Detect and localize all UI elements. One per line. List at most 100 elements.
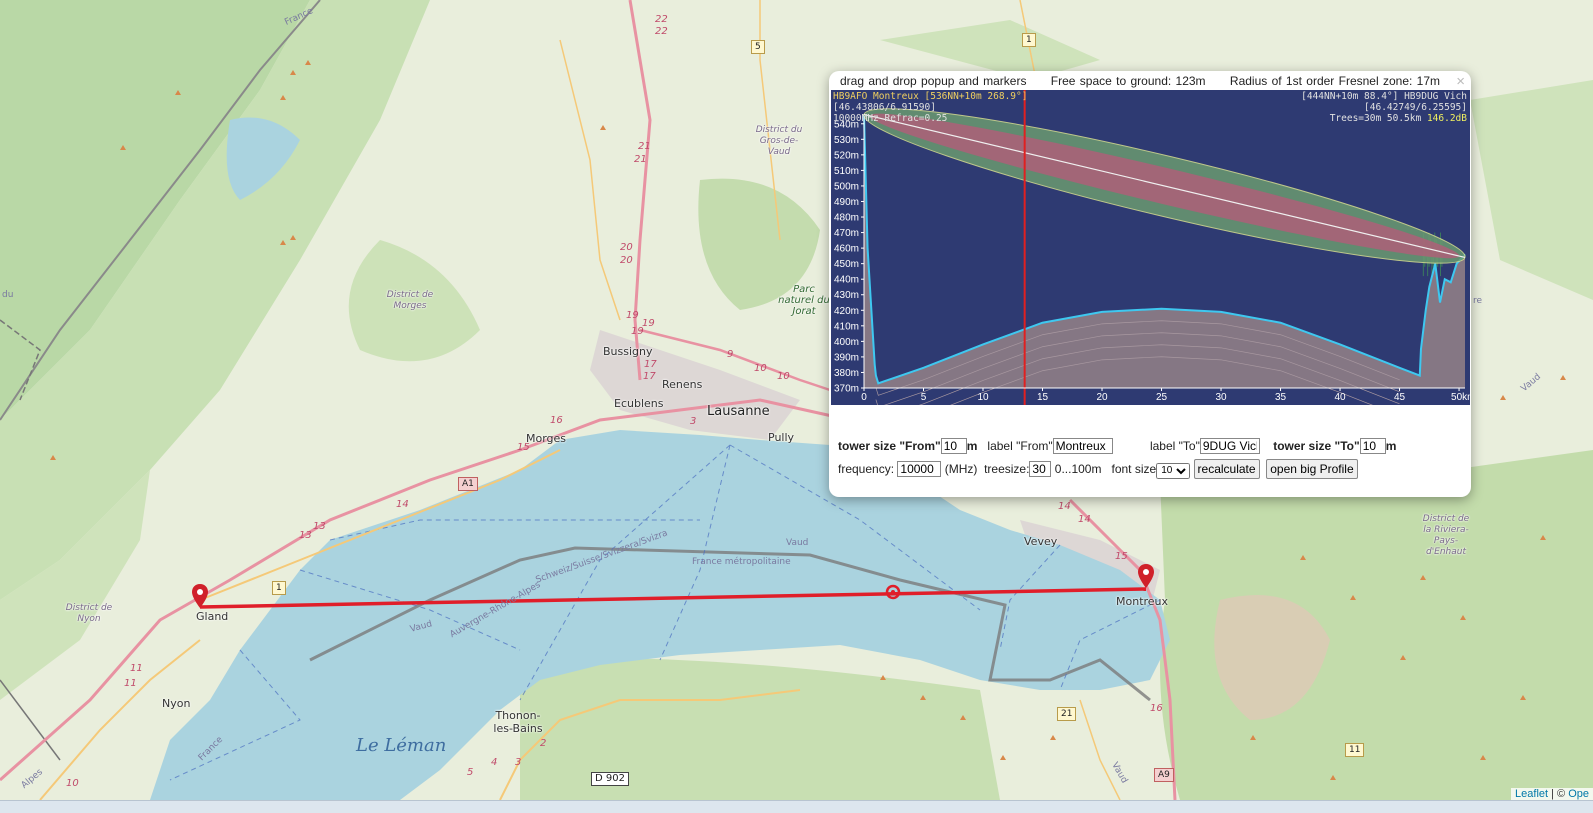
y-tick-label: 450m [834, 259, 859, 270]
border-vaud-label-2: Vaud [786, 538, 809, 548]
route-num: 13 [313, 521, 326, 532]
marker-to-icon[interactable] [1138, 564, 1154, 588]
shield-21: 21 [1057, 707, 1077, 721]
y-tick-label: 500m [834, 181, 859, 192]
edge-text-re: re [1473, 296, 1483, 306]
district-morges: District de Morges [386, 290, 434, 311]
frequency-input[interactable] [897, 461, 942, 477]
route-num: 3 [515, 757, 522, 768]
place-gland: Gland [196, 610, 229, 623]
open-big-profile-button[interactable]: open big Profile [1266, 459, 1358, 479]
y-tick-label: 410m [834, 321, 859, 332]
route-num: 14 [1078, 514, 1091, 525]
y-tick-label: 510m [834, 166, 859, 177]
tower-to-label: tower size "To" [1273, 439, 1360, 453]
y-tick-label: 460m [834, 244, 859, 255]
popup-fresnel-radius: Radius of 1st order Fresnel zone: 17m [1229, 74, 1441, 88]
y-tick-label: 390m [834, 352, 859, 363]
x-tick-label: 45 [1394, 392, 1406, 403]
x-tick-label: 35 [1275, 392, 1287, 403]
shield-a1: A1 [458, 477, 478, 491]
profile-from-line2: [46.43806/6.91590] [833, 102, 936, 113]
place-montreux: Montreux [1116, 595, 1169, 608]
lake-name: Le Léman [356, 735, 447, 756]
park-jorat: Parc naturel du Jorat [778, 284, 830, 317]
route-num: 3 [690, 416, 697, 427]
place-pully: Pully [768, 431, 795, 444]
shield-5: 5 [751, 40, 765, 54]
y-tick-label: 470m [834, 228, 859, 239]
y-tick-label: 400m [834, 337, 859, 348]
route-num: 10 [66, 778, 79, 789]
place-lausanne: Lausanne [707, 404, 770, 419]
y-tick-label: 480m [834, 213, 859, 224]
line-of-sight [863, 113, 1466, 259]
edge-text-du: du [2, 290, 14, 300]
profile-to-line1: [444NN+10m 88.4°] HB9DUG Vich [1301, 91, 1467, 102]
profile-chart[interactable]: 370m 380m 390m 400m 410m 420m 430m 440m 450m 460m… [831, 90, 1476, 432]
route-num: 15 [517, 442, 530, 453]
recalculate-button[interactable]: recalculate [1193, 459, 1260, 479]
x-tick-label: 50km [1451, 392, 1470, 403]
route-num: 19 [626, 310, 639, 321]
frequency-label: frequency: [838, 462, 895, 476]
treesize-range: 0...100m [1054, 462, 1102, 476]
y-tick-label: 380m [834, 368, 859, 379]
leaflet-link[interactable]: Leaflet [1515, 788, 1548, 800]
route-num: 22 [655, 26, 668, 37]
x-tick-label: 30 [1215, 392, 1227, 403]
controls-row-1: tower size "From" m label "From" label "T… [838, 438, 1396, 454]
marker-from-icon[interactable] [192, 584, 208, 608]
shield-1a: 1 [272, 581, 286, 595]
fontsize-label: font size [1111, 462, 1157, 476]
route-num: 14 [396, 499, 409, 510]
y-tick-label: 530m [834, 135, 859, 146]
treesize-input[interactable] [1029, 461, 1052, 477]
close-icon[interactable]: × [1456, 73, 1465, 90]
route-num: 17 [644, 359, 657, 370]
route-num: 21 [634, 154, 647, 165]
place-morges: Morges [526, 432, 567, 445]
shield-1b: 1 [1022, 33, 1036, 47]
shield-11: 11 [1345, 743, 1365, 757]
profile-path-loss: 146.2dB [1426, 113, 1467, 124]
route-num: 22 [655, 14, 668, 25]
place-nyon: Nyon [162, 697, 191, 710]
route-num: 10 [777, 371, 790, 382]
x-tick-label: 25 [1156, 392, 1168, 403]
tower-from-input[interactable] [940, 438, 967, 454]
route-num: 16 [1150, 703, 1163, 714]
osm-link[interactable]: Ope [1568, 788, 1589, 800]
profile-to-line3: Trees=30m 50.5km 146.2dB [1330, 113, 1467, 124]
place-renens: Renens [662, 378, 703, 391]
place-bussigny: Bussigny [603, 345, 653, 358]
district-gros-de-vaud: District du Gros-de-Vaud [755, 125, 803, 157]
y-tick-label: 440m [834, 275, 859, 286]
x-tick-label: 10 [977, 392, 989, 403]
x-tick-label: 20 [1096, 392, 1108, 403]
label-from-input[interactable] [1052, 438, 1113, 454]
map-attribution: Leaflet | © Ope [1511, 788, 1593, 800]
y-tick-label: 370m [834, 384, 859, 395]
frequency-unit: (MHz) [944, 462, 978, 476]
attribution-sep: | © [1548, 788, 1569, 800]
horizontal-scrollbar[interactable] [0, 800, 1593, 813]
profile-chart-svg: 370m 380m 390m 400m 410m 420m 430m 440m 450m 460m… [834, 90, 1476, 432]
route-num: 13 [299, 530, 312, 541]
fontsize-select[interactable]: 10 [1156, 462, 1191, 479]
popup-free-space: Free space to ground: 123m [1050, 74, 1206, 88]
tower-from-label: tower size "From" [838, 439, 941, 453]
profile-to-line2: [46.42749/6.25595] [1364, 102, 1467, 113]
tower-from-unit: m [966, 439, 978, 453]
route-num: 2 [540, 738, 547, 749]
tower-to-input[interactable] [1359, 438, 1386, 454]
y-tick-label: 490m [834, 197, 859, 208]
route-num: 4 [491, 757, 498, 768]
popup-title[interactable]: drag and drop popup and markers Free spa… [840, 74, 1460, 88]
x-tick-label: 40 [1334, 392, 1346, 403]
label-to-input[interactable] [1199, 438, 1260, 454]
route-num: 20 [620, 255, 633, 266]
profile-popup[interactable]: drag and drop popup and markers Free spa… [829, 71, 1476, 497]
treesize-label: treesize: [984, 462, 1030, 476]
route-num: 5 [467, 767, 474, 778]
